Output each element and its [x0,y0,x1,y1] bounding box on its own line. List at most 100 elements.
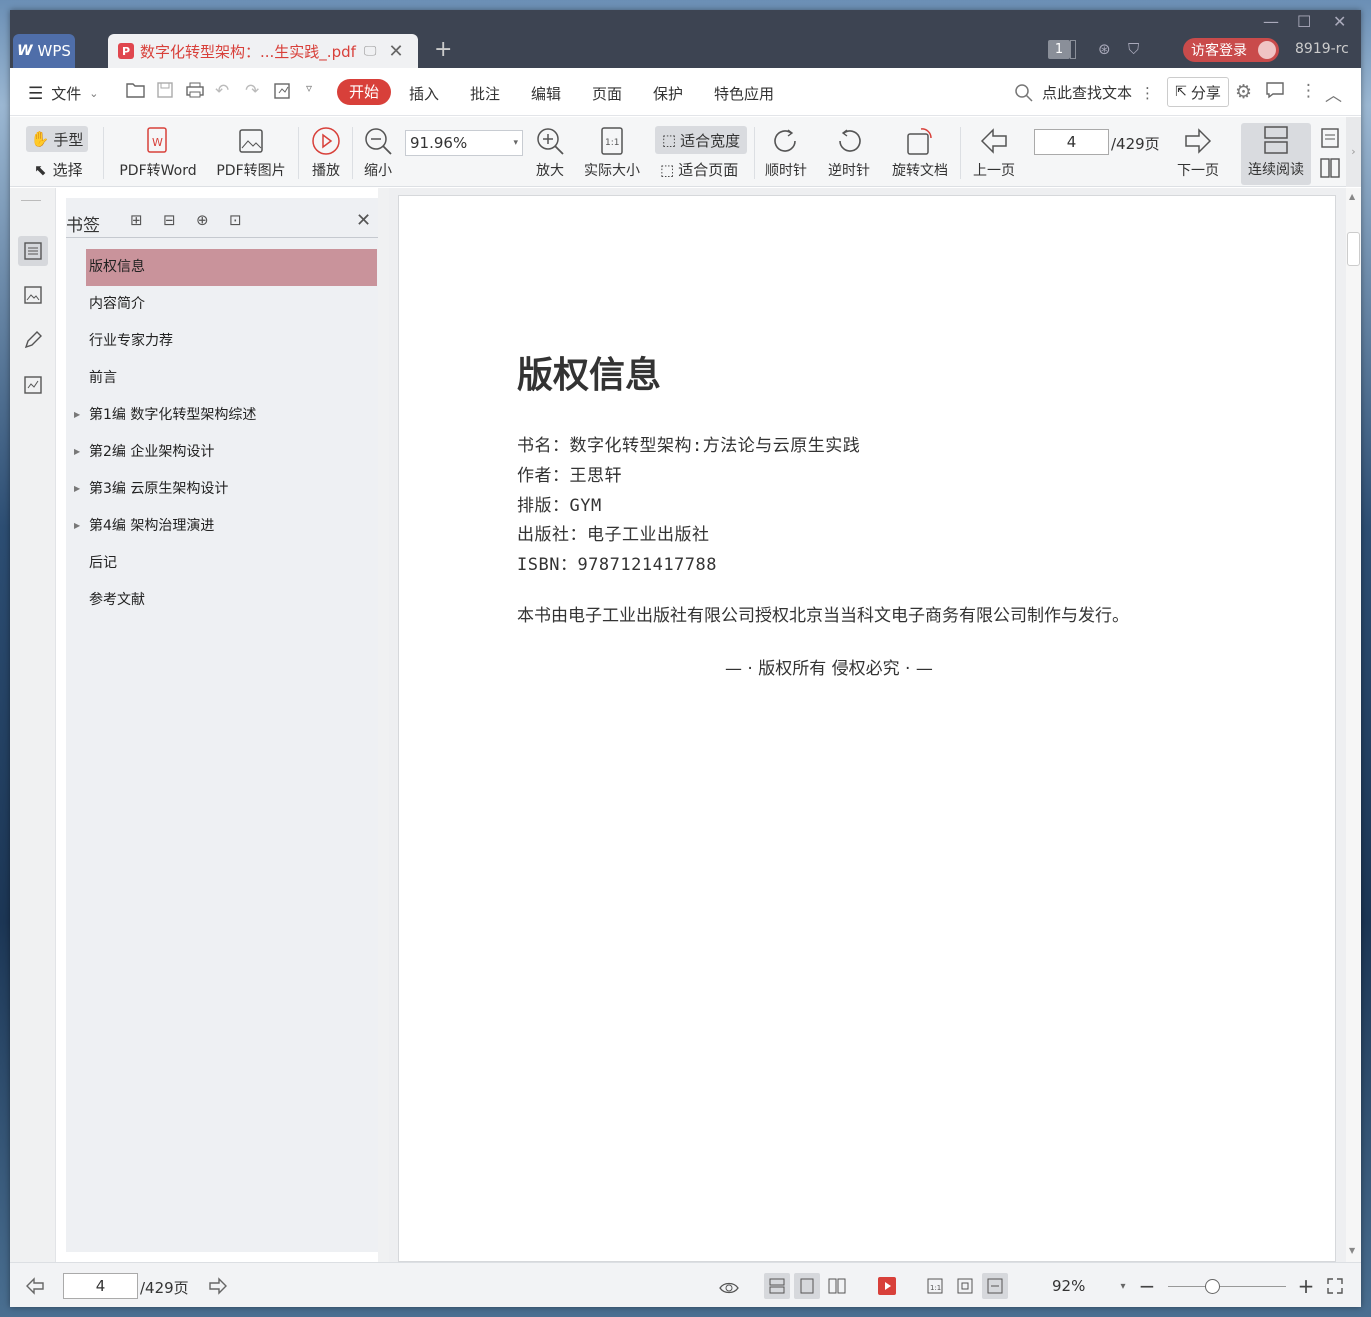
bookmark-item[interactable]: 行业专家力荐 [86,323,377,360]
signature-icon[interactable] [18,370,48,400]
bookmark-item[interactable]: ▶ 第4编 架构治理演进 [74,508,377,545]
single-page-icon[interactable] [1320,127,1340,154]
two-page-view-icon[interactable] [824,1273,850,1299]
two-page-icon[interactable] [1320,157,1340,184]
zoom-dropdown-icon[interactable]: ▾ [1110,1273,1136,1299]
status-prev-page-icon[interactable] [22,1273,48,1299]
redo-icon[interactable]: ↷ [245,81,259,101]
bookmark-item[interactable]: ▶ 第1编 数字化转型架构综述 [74,397,377,434]
zoom-out-button[interactable]: 缩小 [360,126,396,180]
fit-width-status-icon[interactable] [982,1273,1008,1299]
more-vertical-icon[interactable]: ⋮ [1140,84,1155,102]
bookmark-settings-icon[interactable]: ⊡ [229,211,242,229]
skin-icon[interactable]: ⊛ [1098,40,1111,58]
file-menu[interactable]: ☰ 文件 ⌄ [28,83,98,104]
window-count-badge[interactable]: 1 [1048,40,1070,59]
play-button[interactable]: 播放 [308,126,344,180]
bookmark-item[interactable]: 前言 [86,360,377,397]
zoom-slider-track[interactable] [1168,1286,1286,1287]
pdf-to-word-button[interactable]: W PDF转Word [114,126,202,180]
status-page-input[interactable]: 4 [63,1273,138,1299]
tab-annotate[interactable]: 批注 [470,83,500,104]
tab-special-apps[interactable]: 特色应用 [714,83,774,104]
close-tab-icon[interactable]: ✕ [388,41,403,62]
expand-arrow-icon[interactable]: ▶ [74,508,80,544]
zoom-slider-knob[interactable] [1204,1279,1220,1294]
scrollbar-thumb[interactable] [1347,232,1360,266]
rotate-clockwise-button[interactable]: 顺时针 [762,126,810,180]
comment-icon[interactable] [1265,81,1285,104]
actual-size-button[interactable]: 1:1 实际大小 [580,126,644,180]
zoom-select[interactable]: 91.96% ▾ [405,130,523,156]
pdf-to-image-button[interactable]: PDF转图片 [214,126,288,180]
continuous-reading-button[interactable]: 连续阅读 [1241,123,1311,185]
zoom-out-minus-icon[interactable]: − [1134,1273,1160,1299]
fit-page-status-icon[interactable] [952,1273,978,1299]
settings-gear-icon[interactable]: ⚙ [1235,81,1252,103]
status-next-page-icon[interactable] [205,1273,231,1299]
close-window-button[interactable]: ✕ [1333,12,1346,31]
select-tool-button[interactable]: ⬉ 选择 [34,159,83,180]
previous-page-button[interactable]: 上一页 [970,126,1018,180]
shirt-icon[interactable]: ⛉ [1128,40,1139,58]
eye-protection-icon[interactable] [716,1273,742,1299]
collapse-all-icon[interactable]: ⊟ [163,211,176,229]
zoom-in-plus-icon[interactable]: + [1293,1273,1319,1299]
expand-arrow-icon[interactable]: ▶ [74,471,80,507]
rotate-counterclockwise-button[interactable]: 逆时针 [825,126,873,180]
annotation-icon[interactable] [18,325,48,355]
tab-protect[interactable]: 保护 [653,83,683,104]
vertical-scrollbar[interactable]: ▲ ▼ [1346,188,1361,1262]
tab-page[interactable]: 页面 [592,83,622,104]
document-tab[interactable]: P 数字化转型架构：...生实践_.pdf 🖵 ✕ [108,34,418,68]
bookmark-item[interactable]: 参考文献 [86,582,377,619]
close-panel-icon[interactable]: ✕ [356,210,371,231]
add-bookmark-icon[interactable]: ⊕ [196,211,209,229]
fit-page-button[interactable]: ⬚ 适合页面 [660,159,738,180]
collapse-ribbon-icon[interactable]: ︿ [1325,81,1342,106]
expand-all-icon[interactable]: ⊞ [130,211,143,229]
wps-home-tab[interactable]: W WPS [13,34,75,68]
fullscreen-icon[interactable] [1322,1273,1348,1299]
continuous-view-icon[interactable] [764,1273,790,1299]
save-icon[interactable] [156,81,174,104]
new-tab-button[interactable]: + [434,37,452,62]
play-slideshow-icon[interactable] [874,1273,900,1299]
fit-width-button[interactable]: ⬚ 适合宽度 [655,126,747,154]
tab-edit[interactable]: 编辑 [531,83,561,104]
next-page-button[interactable]: 下一页 [1174,126,1222,180]
print-icon[interactable] [185,81,205,104]
bookmark-panel-icon[interactable] [18,236,48,266]
tab-start[interactable]: 开始 [337,79,391,105]
tab-insert[interactable]: 插入 [409,83,439,104]
rotate-document-button[interactable]: 旋转文档 [888,126,952,180]
bookmark-item[interactable]: ▶ 第3编 云原生架构设计 [74,471,377,508]
bookmark-item[interactable]: 版权信息 [86,249,377,286]
bookmark-item[interactable]: 内容简介 [86,286,377,323]
bookmark-item[interactable]: ▶ 第2编 企业架构设计 [74,434,377,471]
more-options-icon[interactable]: ⋮ [1300,81,1317,101]
guest-login-button[interactable]: 访客登录 [1183,38,1279,62]
customize-dropdown-icon[interactable]: ▿ [306,81,312,95]
monitor-icon[interactable]: 🖵 [364,44,377,59]
undo-icon[interactable]: ↶ [215,81,229,101]
thumbnail-icon[interactable] [18,280,48,310]
expand-arrow-icon[interactable]: ▶ [74,397,80,433]
zoom-in-button[interactable]: 放大 [532,126,568,180]
share-button[interactable]: ⇱ 分享 [1167,77,1229,107]
scroll-up-icon[interactable]: ▲ [1349,192,1355,201]
find-text-box[interactable]: 点此查找文本 ⋮ [1014,82,1155,103]
single-page-view-icon[interactable] [794,1273,820,1299]
export-icon[interactable] [273,81,293,106]
scroll-down-icon[interactable]: ▼ [1349,1246,1355,1255]
page-number-input[interactable]: 4 [1034,129,1109,155]
bookmark-item[interactable]: 后记 [86,545,377,582]
maximize-button[interactable]: ☐ [1297,12,1311,31]
hand-tool-button[interactable]: ✋ 手型 [26,126,88,152]
zoom-percentage[interactable]: 92% [1052,1277,1085,1295]
expand-arrow-icon[interactable]: ▶ [74,434,80,470]
minimize-button[interactable]: — [1263,12,1279,31]
actual-size-status-icon[interactable]: 1:1 [922,1273,948,1299]
toolbar-scroll-right-icon[interactable]: › [1346,117,1361,187]
open-folder-icon[interactable] [126,81,146,104]
